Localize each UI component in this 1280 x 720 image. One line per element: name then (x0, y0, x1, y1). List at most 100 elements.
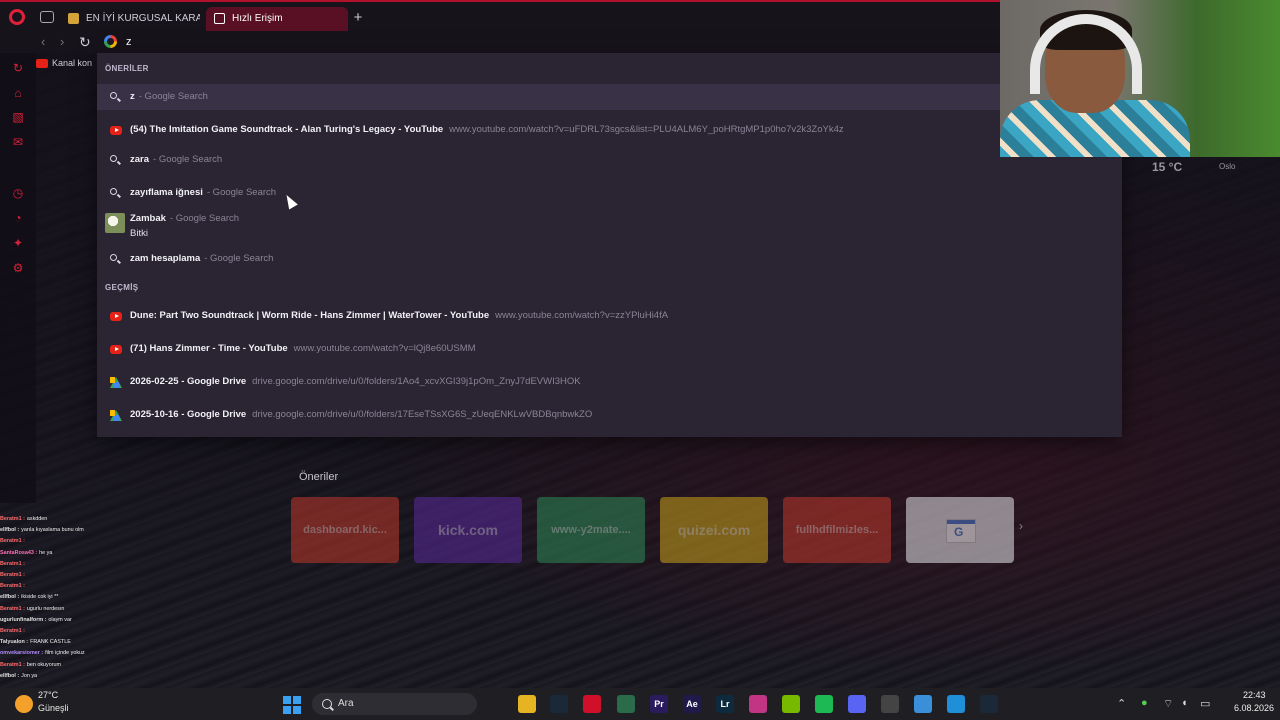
google-drive-icon (110, 410, 122, 421)
history-row[interactable]: (71) Hans Zimmer - Time - YouTube www.you… (97, 336, 1122, 362)
chat-text: askdden (26, 516, 48, 522)
taskbar-weather-temp[interactable]: 27°C (38, 690, 58, 700)
address-input[interactable] (122, 33, 730, 51)
chat-text: ben okuyorum (26, 661, 62, 668)
chat-username: Talyualon : (0, 639, 29, 646)
suggestion-row[interactable]: Zambak - Google Search Bitki (97, 210, 1122, 244)
chat-text: ugurlu nerdesın (26, 605, 65, 612)
chat-username: ugurlunfinalform : (0, 616, 47, 623)
chevron-right-icon[interactable]: › (1019, 519, 1023, 533)
extensions-icon[interactable]: ✦ (11, 236, 25, 250)
volume-icon[interactable]: ◖ (1181, 697, 1188, 709)
suggestion-text: zayıflama iğnesi - Google Search (130, 180, 276, 206)
app-icon[interactable] (617, 695, 635, 713)
nvidia-icon[interactable] (782, 695, 800, 713)
premiere-icon[interactable]: Pr (650, 695, 668, 713)
chat-text: he ya (39, 549, 53, 556)
chat-message: Beratm1 : ben okuyorum (0, 660, 230, 671)
taskbar-weather-desc[interactable]: Güneşli (38, 703, 69, 713)
chat-username: Beratm1 : (0, 560, 25, 567)
suggestion-row[interactable]: (54) The Imitation Game Soundtrack - Ala… (97, 117, 1122, 143)
clock-date[interactable]: 6.08.2026 (1234, 703, 1274, 713)
forward-icon[interactable]: › (60, 34, 64, 50)
speed-dial-tile[interactable]: www-y2mate.... (537, 497, 645, 563)
discord-icon[interactable] (848, 695, 866, 713)
chat-text: film içinde yokuz (45, 650, 85, 657)
back-icon[interactable]: ‹ (41, 34, 45, 50)
chat-message: Beratm1 : askdden (0, 514, 230, 525)
gmail-icon[interactable]: ✉ (11, 135, 25, 149)
bookmark-item[interactable]: Kanal kon (36, 58, 92, 69)
search-icon (110, 92, 117, 99)
history-row[interactable]: 2025-10-16 - Google Drive drive.google.co… (97, 402, 1122, 428)
suggestion-source: - Google Search (169, 213, 240, 224)
chat-username: Beratm1 : (0, 628, 25, 635)
history-url: drive.google.com/drive/u/0/folders/1Ao4_… (252, 376, 581, 387)
chat-message: ugurlunfinalform : olaym var (0, 615, 230, 626)
settings-icon[interactable]: ⚙ (11, 261, 25, 275)
history-icon[interactable]: ◷ (11, 186, 25, 200)
weather-temp: 15 °C (1152, 160, 1183, 174)
taskbar-search-label: Ara (338, 698, 354, 709)
aria-icon[interactable]: ⌂ (11, 86, 25, 100)
suggestion-title: zam hesaplama (130, 253, 201, 264)
tab-favicon-icon (68, 13, 79, 24)
chat-message: Beratm1 : (0, 559, 230, 570)
webcam-overlay (1000, 0, 1280, 157)
opera-menu-icon[interactable] (9, 9, 25, 25)
chat-message: Talyualon : FRANK CASTLE (0, 637, 230, 648)
suggestion-row[interactable]: zam hesaplama - Google Search (97, 246, 1122, 272)
history-row[interactable]: 2026-02-25 - Google Drive drive.google.co… (97, 369, 1122, 395)
sun-icon[interactable] (15, 695, 33, 713)
search-icon (110, 188, 117, 195)
app2-icon[interactable] (914, 695, 932, 713)
edge-icon[interactable] (947, 695, 965, 713)
chat-username: SantaRosa43 : (0, 549, 38, 556)
reload-icon[interactable]: ↻ (79, 34, 91, 51)
steam2-icon[interactable] (980, 695, 998, 713)
tab-speed-dial[interactable]: Hızlı Erişim (206, 7, 348, 31)
file-explorer-icon[interactable] (518, 695, 536, 713)
suggestion-url: www.youtube.com/watch?v=uFDRL73sgcs&list… (449, 124, 844, 135)
new-tab-button[interactable]: + (350, 10, 366, 26)
tab-islands-icon[interactable] (40, 11, 54, 23)
suggestion-row[interactable]: zara - Google Search (97, 147, 1122, 173)
taskbar-search[interactable]: Ara (312, 693, 477, 715)
wifi-icon[interactable]: ⌔ (1163, 697, 1173, 711)
clock-time[interactable]: 22:43 (1243, 690, 1266, 700)
youtube-icon (110, 312, 122, 321)
history-row[interactable]: Dune: Part Two Soundtrack | Worm Ride - … (97, 303, 1122, 329)
after-effects-icon[interactable]: Ae (683, 695, 701, 713)
tab-kurgusal[interactable]: EN İYİ KURGUSAL KARAKT (60, 7, 200, 31)
chat-message: SantaRosa43 : he ya (0, 548, 230, 559)
speed-dial-tile[interactable]: kick.com (414, 497, 522, 563)
suggestion-title: (54) The Imitation Game Soundtrack - Ala… (130, 124, 444, 135)
suggestion-row[interactable]: zayıflama iğnesi - Google Search (97, 180, 1122, 206)
microphone-icon[interactable]: ● (1141, 697, 1148, 709)
chat-text: ikiside cok iyi ** (21, 594, 59, 601)
speed-dial-tile[interactable]: dashboard.kic... (291, 497, 399, 563)
clock-icon[interactable]: ◔ (11, 211, 25, 225)
chatgpt-icon[interactable] (881, 695, 899, 713)
crypto-icon[interactable]: ▧ (11, 110, 25, 124)
speed-dial-tile[interactable]: G (906, 497, 1014, 563)
speed-dial-tile[interactable]: quizei.com (660, 497, 768, 563)
battery-icon[interactable]: ▭ (1200, 697, 1210, 710)
chevron-up-icon[interactable]: ⌃ (1117, 697, 1126, 710)
address-suggestions-dropdown: ÖNERİLER z- Google Search (54) The Imitat… (97, 53, 1122, 437)
suggestion-row[interactable]: z- Google Search (97, 84, 1122, 110)
lightroom-icon[interactable]: Lr (716, 695, 734, 713)
suggestion-source: - Google Search (153, 154, 223, 165)
opera-icon[interactable] (583, 695, 601, 713)
speed-dial-tile[interactable]: fullhdfilmizles... (783, 497, 891, 563)
flow-icon[interactable]: ↻ (11, 61, 25, 75)
tab-label: Hızlı Erişim (232, 13, 283, 24)
instagram-icon[interactable] (749, 695, 767, 713)
chat-message: Beratm1 : (0, 536, 230, 547)
youtube-icon (36, 59, 48, 69)
youtube-icon (110, 345, 122, 354)
spotify-icon[interactable] (815, 695, 833, 713)
history-text: 2025-10-16 - Google Drive drive.google.co… (130, 402, 592, 428)
windows-start-icon[interactable] (283, 696, 301, 714)
steam-icon[interactable] (550, 695, 568, 713)
